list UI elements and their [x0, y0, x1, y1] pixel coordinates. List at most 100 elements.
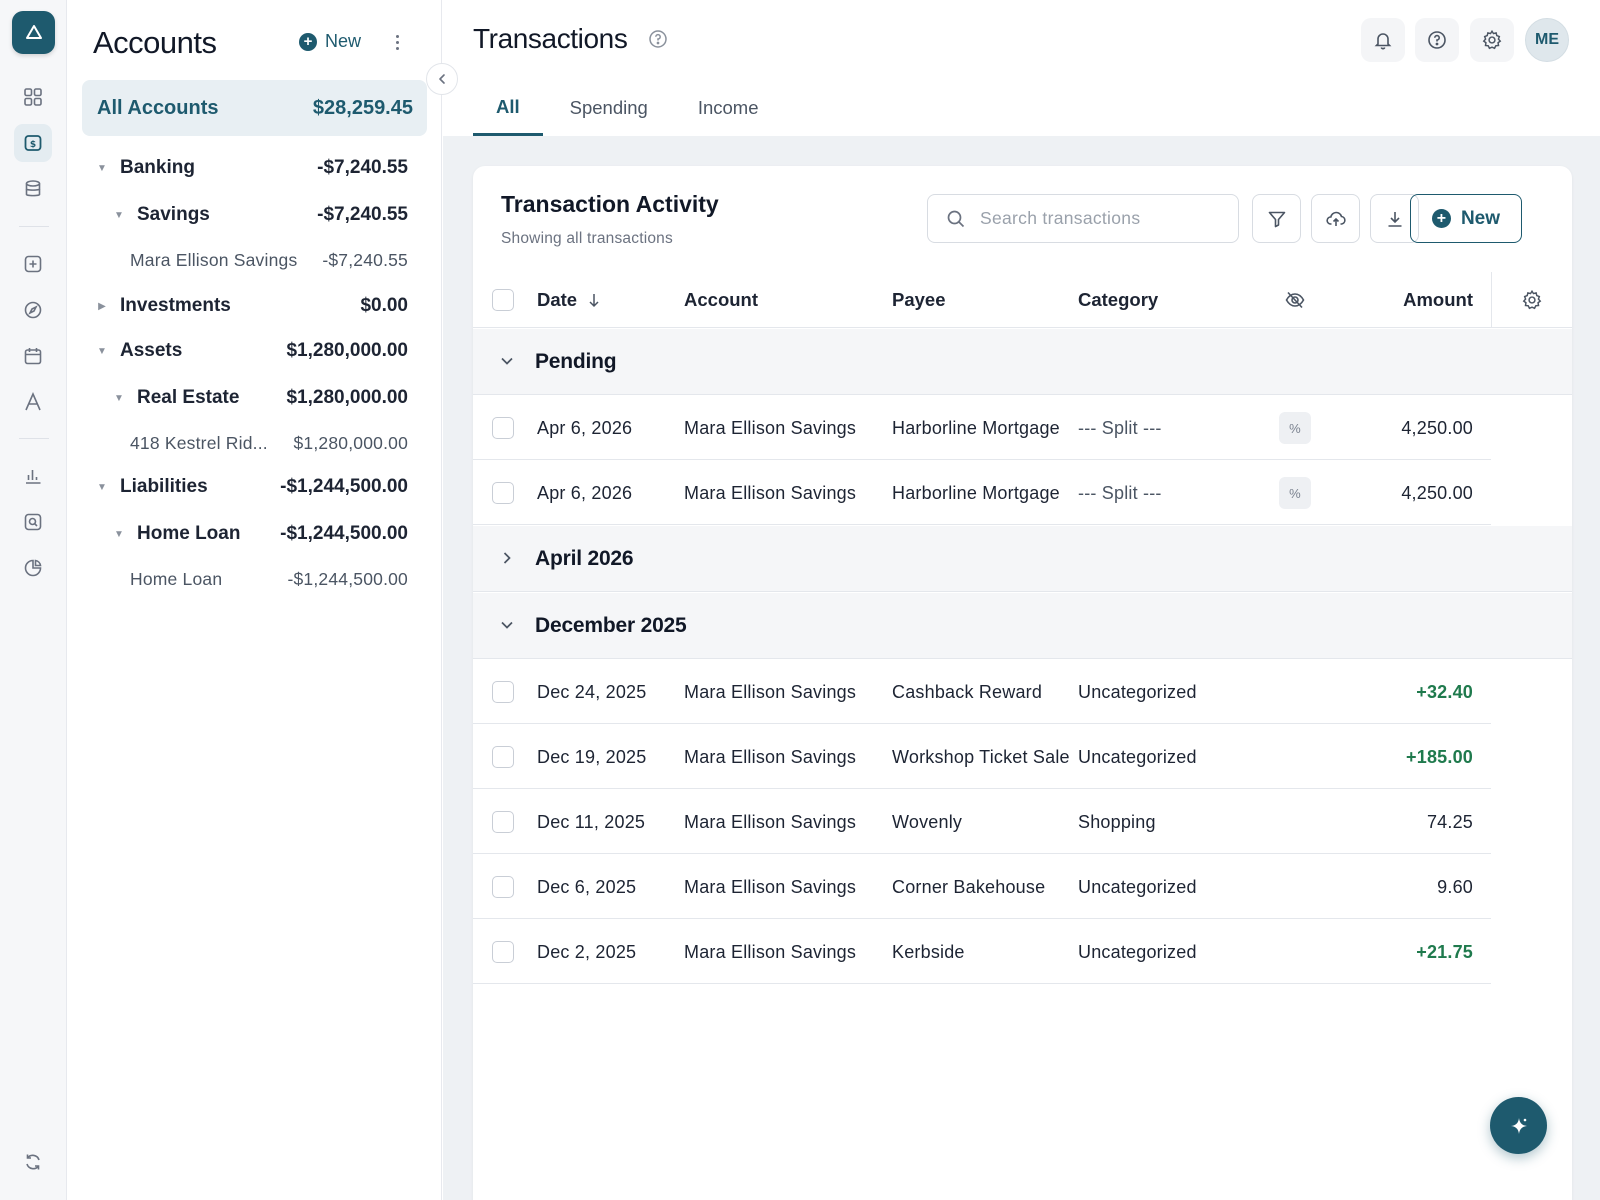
row-checkbox[interactable] — [492, 417, 514, 439]
row-account: Mara Ellison Savings — [684, 482, 857, 503]
ai-assistant-button[interactable] — [1490, 1097, 1547, 1154]
row-amount: 74.25 — [1426, 811, 1473, 832]
table-row[interactable]: Dec 2, 2025 Mara Ellison Savings Kerbsid… — [473, 920, 1491, 984]
tree-item-investments[interactable]: ▶ Investments $0.00 — [67, 286, 442, 326]
new-transaction-button[interactable]: + New — [1410, 194, 1522, 243]
table-row[interactable]: Dec 6, 2025 Mara Ellison Savings Corner … — [473, 855, 1491, 919]
filter-button[interactable] — [1252, 194, 1301, 243]
tree-item-amount: -$1,244,500.00 — [287, 568, 408, 589]
type-icon[interactable] — [14, 383, 52, 421]
sync-icon[interactable] — [14, 1143, 52, 1181]
row-payee: Kerbside — [892, 941, 965, 962]
tree-item-amount: -$1,244,500.00 — [280, 523, 408, 544]
hide-column-toggle[interactable] — [1284, 272, 1306, 328]
row-date: Dec 6, 2025 — [537, 876, 637, 897]
table-header: Date Account Payee Category Amount — [473, 272, 1572, 328]
row-category[interactable]: Uncategorized — [1078, 920, 1197, 984]
accounts-icon[interactable]: $ — [14, 124, 52, 162]
tab-spending[interactable]: Spending — [547, 80, 671, 136]
row-category[interactable]: Shopping — [1078, 790, 1156, 854]
search-box-icon[interactable] — [14, 503, 52, 541]
row-category[interactable]: Uncategorized — [1078, 725, 1197, 789]
tree-item-assets[interactable]: ▼ Assets $1,280,000.00 — [67, 331, 442, 371]
add-box-icon[interactable] — [14, 245, 52, 283]
row-category[interactable]: --- Split --- — [1078, 461, 1162, 525]
tree-item-savings[interactable]: ▼ Savings -$7,240.55 — [67, 195, 442, 235]
column-settings-button[interactable] — [1491, 272, 1572, 328]
tree-item-amount: $1,280,000.00 — [286, 387, 408, 408]
group-label: Pending — [535, 349, 617, 373]
plus-circle-icon: + — [299, 32, 317, 51]
tree-item-418-kestrel[interactable]: 418 Kestrel Rid... $1,280,000.00 — [67, 423, 442, 463]
search-input[interactable] — [980, 208, 1220, 229]
table-row[interactable]: Apr 6, 2026 Mara Ellison Savings Harborl… — [473, 461, 1491, 525]
row-account: Mara Ellison Savings — [684, 941, 857, 962]
tree-item-label: Liabilities — [120, 476, 208, 497]
tree-item-amount: -$7,240.55 — [317, 204, 408, 225]
group-december-2025[interactable]: December 2025 — [473, 593, 1572, 659]
tree-item-banking[interactable]: ▼ Banking -$7,240.55 — [67, 148, 442, 188]
row-checkbox[interactable] — [492, 876, 514, 898]
all-accounts-label: All Accounts — [97, 96, 219, 119]
row-amount: 9.60 — [1437, 876, 1473, 897]
row-checkbox[interactable] — [492, 681, 514, 703]
date-column-header[interactable]: Date — [537, 272, 601, 328]
row-payee: Harborline Mortgage — [892, 417, 1060, 438]
chevron-down-icon — [501, 621, 513, 629]
calendar-icon[interactable] — [14, 337, 52, 375]
collapse-sidebar-button[interactable] — [426, 63, 458, 95]
tab-income[interactable]: Income — [675, 80, 782, 136]
help-button[interactable] — [1415, 18, 1459, 62]
notifications-button[interactable] — [1361, 18, 1405, 62]
bell-icon — [1374, 33, 1392, 50]
accounts-title: Accounts — [93, 25, 217, 60]
row-account: Mara Ellison Savings — [684, 746, 857, 767]
settings-button[interactable] — [1470, 18, 1514, 62]
bar-chart-icon[interactable] — [14, 457, 52, 495]
group-pending[interactable]: Pending — [473, 329, 1572, 395]
help-circle-icon[interactable] — [648, 29, 668, 54]
table-row[interactable]: Dec 24, 2025 Mara Ellison Savings Cashba… — [473, 660, 1491, 724]
tree-item-real-estate[interactable]: ▼ Real Estate $1,280,000.00 — [67, 378, 442, 418]
database-icon[interactable] — [14, 170, 52, 208]
table-row[interactable]: Apr 6, 2026 Mara Ellison Savings Harborl… — [473, 396, 1491, 460]
split-badge[interactable]: % — [1279, 412, 1311, 444]
row-amount: +21.75 — [1416, 941, 1473, 962]
more-options-icon[interactable] — [389, 30, 405, 54]
row-checkbox[interactable] — [492, 811, 514, 833]
table-row[interactable]: Dec 11, 2025 Mara Ellison Savings Wovenl… — [473, 790, 1491, 854]
import-button[interactable] — [1311, 194, 1360, 243]
pie-chart-icon[interactable] — [14, 549, 52, 587]
amount-column-header[interactable]: Amount — [1403, 272, 1473, 328]
group-april-2026[interactable]: April 2026 — [473, 526, 1572, 592]
tree-item-mara-ellison-savings[interactable]: Mara Ellison Savings -$7,240.55 — [67, 240, 442, 280]
caret-right-icon: ▶ — [98, 300, 106, 312]
dashboard-icon[interactable] — [14, 78, 52, 116]
row-checkbox[interactable] — [492, 746, 514, 768]
row-account: Mara Ellison Savings — [684, 417, 857, 438]
category-column-header[interactable]: Category — [1078, 272, 1158, 328]
account-column-header[interactable]: Account — [684, 272, 758, 328]
split-badge[interactable]: % — [1279, 477, 1311, 509]
tab-all[interactable]: All — [473, 80, 543, 136]
row-payee: Harborline Mortgage — [892, 482, 1060, 503]
payee-column-header[interactable]: Payee — [892, 272, 946, 328]
row-category[interactable]: --- Split --- — [1078, 396, 1162, 460]
row-payee: Workshop Ticket Sale — [892, 746, 1070, 767]
compass-icon[interactable] — [14, 291, 52, 329]
logo-icon[interactable] — [12, 11, 55, 54]
chevron-right-icon — [503, 552, 511, 564]
arrow-down-icon — [589, 294, 599, 308]
row-category[interactable]: Uncategorized — [1078, 660, 1197, 724]
row-checkbox[interactable] — [492, 482, 514, 504]
all-accounts-item[interactable]: All Accounts $28,259.45 — [82, 80, 427, 136]
row-checkbox[interactable] — [492, 941, 514, 963]
row-category[interactable]: Uncategorized — [1078, 855, 1197, 919]
avatar[interactable]: ME — [1525, 18, 1569, 62]
tree-item-home-loan[interactable]: Home Loan -$1,244,500.00 — [67, 559, 442, 599]
table-row[interactable]: Dec 19, 2025 Mara Ellison Savings Worksh… — [473, 725, 1491, 789]
select-all-checkbox[interactable] — [492, 289, 514, 311]
new-account-button[interactable]: + New — [299, 31, 361, 52]
tree-item-liabilities[interactable]: ▼ Liabilities -$1,244,500.00 — [67, 467, 442, 507]
tree-item-home-loan-group[interactable]: ▼ Home Loan -$1,244,500.00 — [67, 514, 442, 554]
